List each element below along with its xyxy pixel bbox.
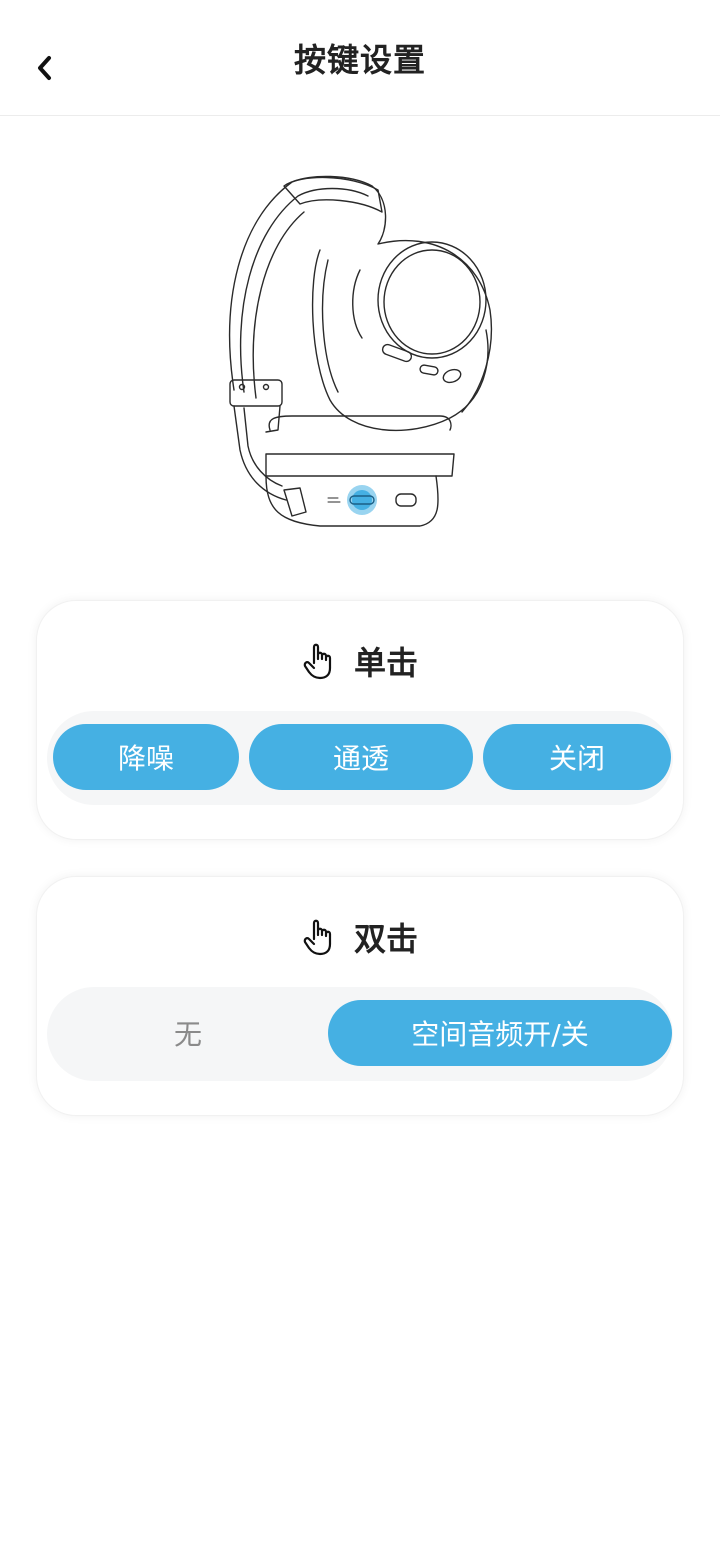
double-tap-card: 双击 无 空间音频开/关 [36,876,684,1116]
nav-header: 按键设置 [0,0,720,116]
hand-pointer-icon [303,643,332,680]
double-tap-segmented-control: 无 空间音频开/关 [47,987,673,1081]
back-button[interactable] [22,44,66,92]
single-tap-segmented-control: 降噪 通透 关闭 [47,711,673,805]
hand-pointer-icon [303,919,332,956]
option-noise-cancel[interactable]: 降噪 [53,724,239,790]
option-spatial-audio-toggle[interactable]: 空间音频开/关 [328,1000,672,1066]
single-tap-title: 单击 [353,644,418,682]
double-tap-title: 双击 [353,920,418,958]
headphones-illustration [228,175,493,527]
option-none[interactable]: 无 [53,1000,323,1066]
double-tap-header: 双击 [37,913,683,961]
chevron-left-icon [38,56,51,80]
option-transparency[interactable]: 通透 [249,724,473,790]
single-tap-card: 单击 降噪 通透 关闭 [36,600,684,840]
option-off[interactable]: 关闭 [483,724,671,790]
single-tap-header: 单击 [37,637,683,685]
page-title: 按键设置 [293,40,426,79]
